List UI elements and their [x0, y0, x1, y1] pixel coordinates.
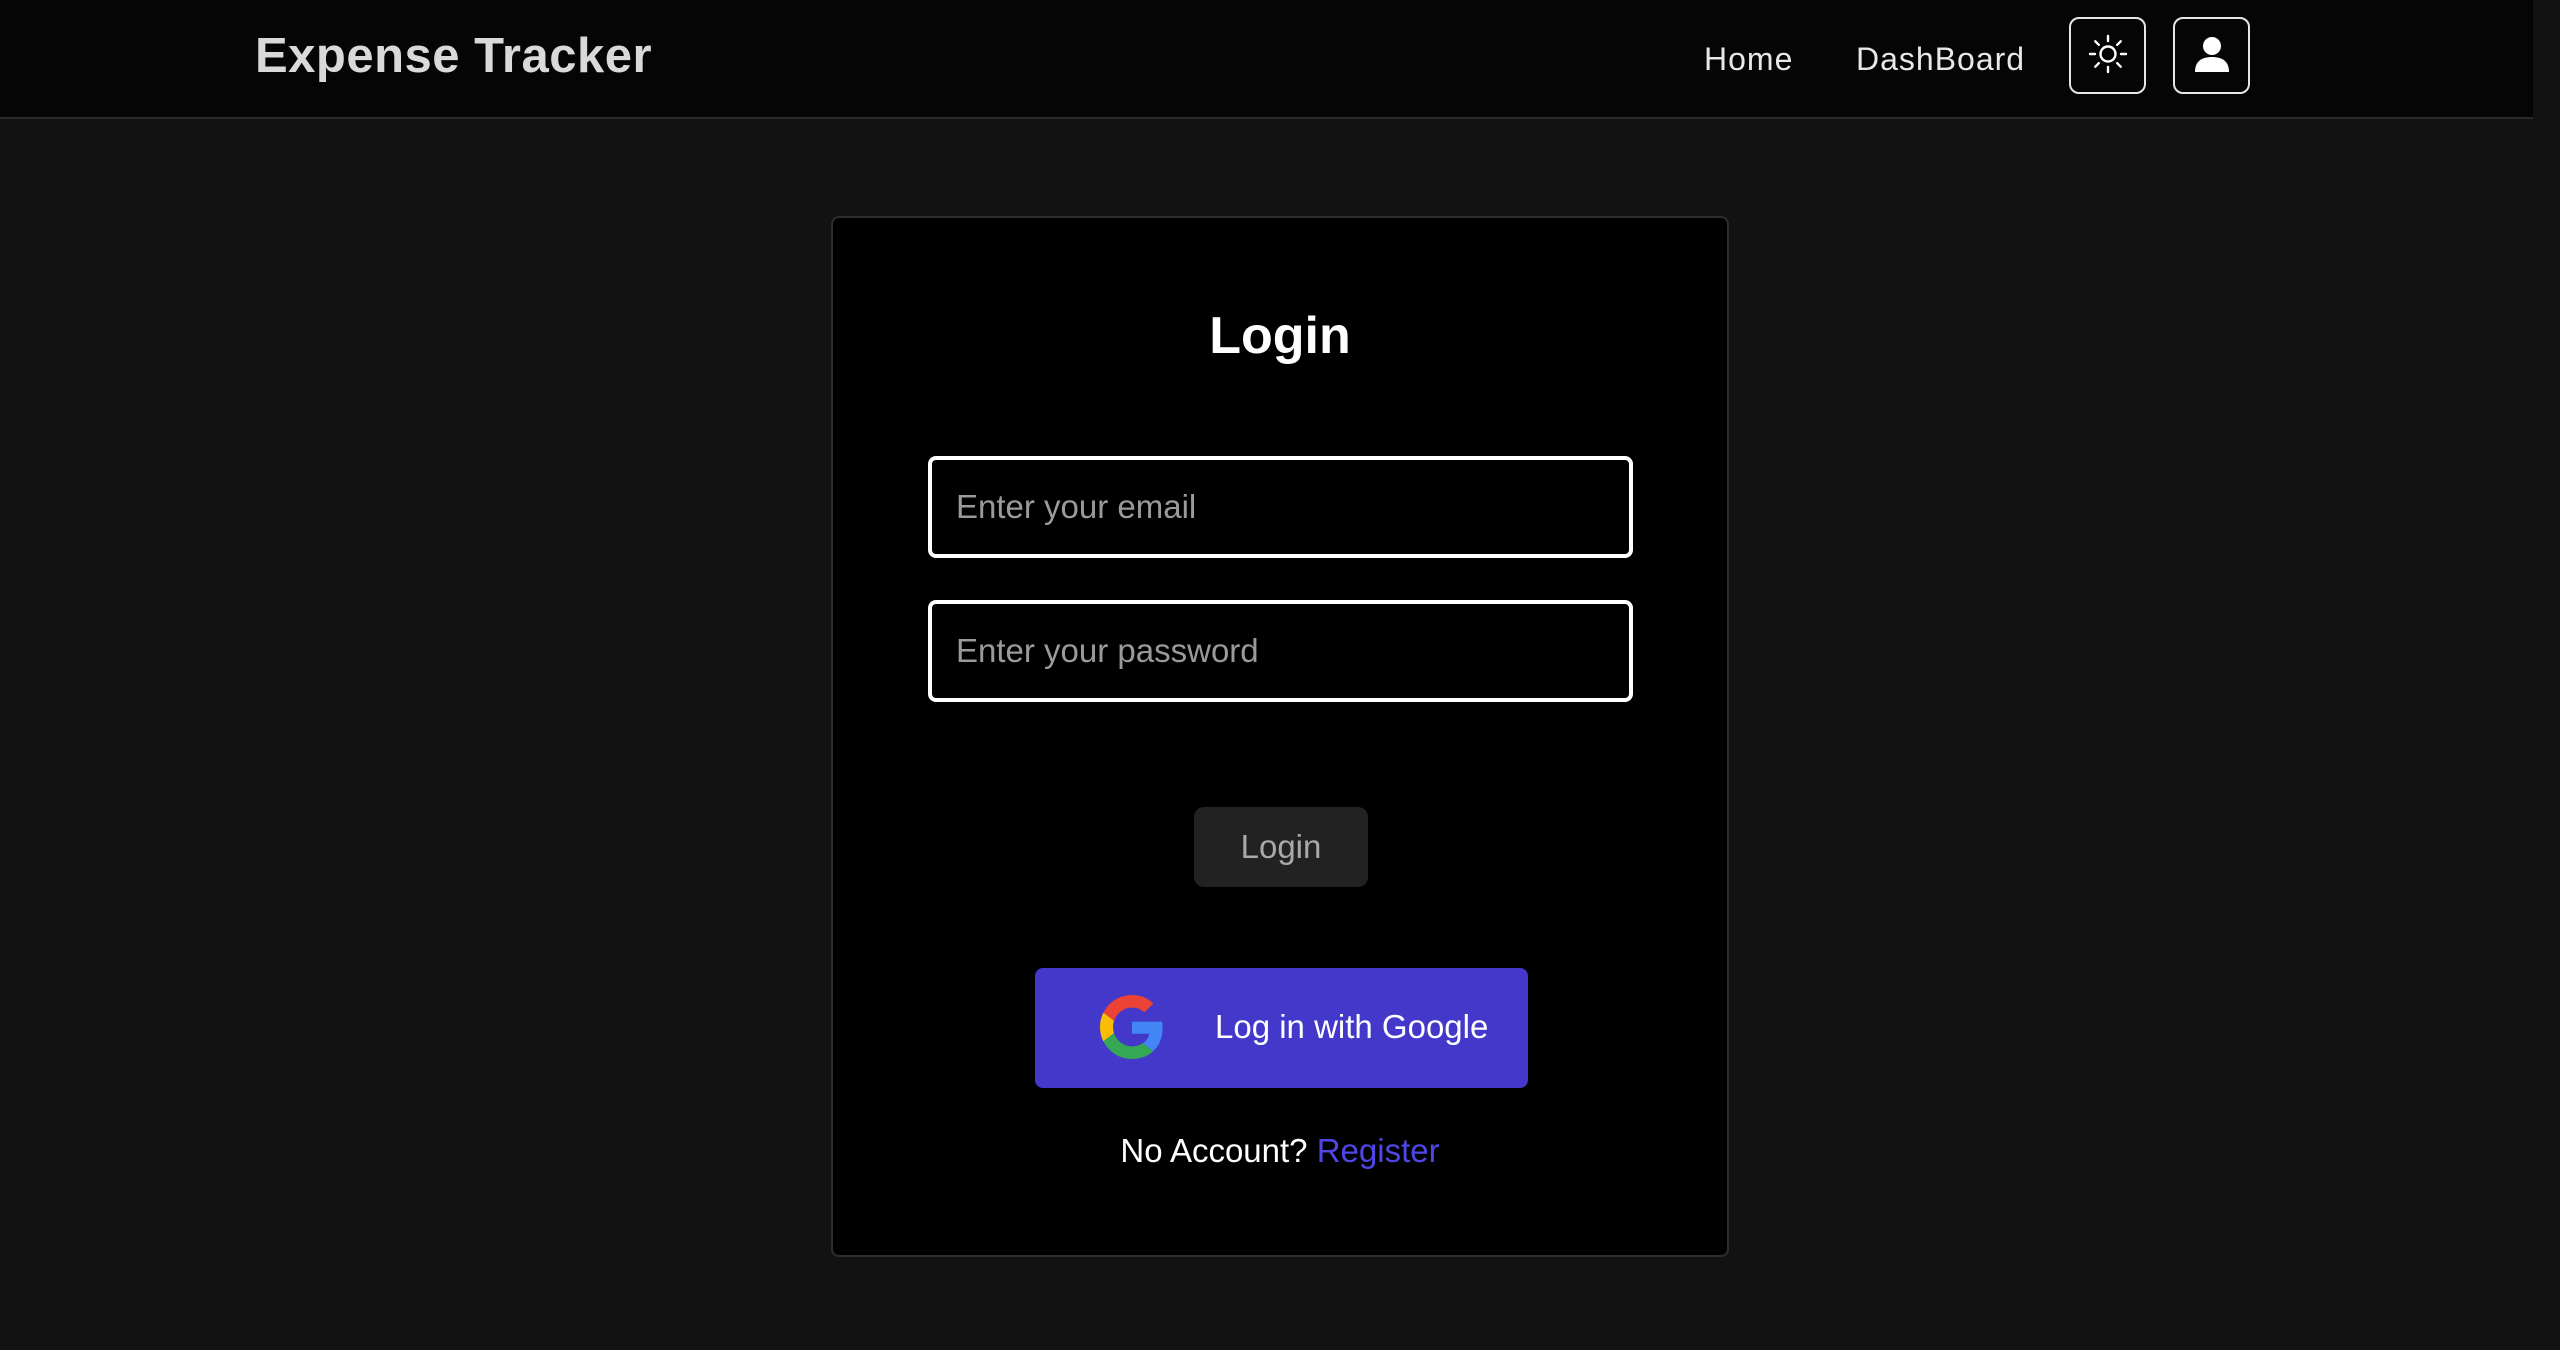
- no-account-text: No Account?: [1120, 1132, 1308, 1169]
- nav-link-home[interactable]: Home: [1704, 41, 1793, 78]
- login-card: Login Login Log in with Google No Accoun…: [831, 216, 1729, 1257]
- register-link[interactable]: Register: [1317, 1132, 1440, 1169]
- password-field[interactable]: [928, 600, 1633, 702]
- google-icon: [1100, 995, 1164, 1059]
- login-title: Login: [1209, 307, 1351, 365]
- theme-toggle-button[interactable]: [2069, 17, 2146, 94]
- nav-link-dashboard[interactable]: DashBoard: [1856, 41, 2025, 78]
- login-button[interactable]: Login: [1194, 807, 1368, 887]
- navbar: Expense Tracker Home DashBoard: [0, 0, 2533, 119]
- register-prompt: No Account? Register: [833, 1132, 1727, 1170]
- google-login-button[interactable]: Log in with Google: [1035, 968, 1528, 1088]
- account-button[interactable]: [2173, 17, 2250, 94]
- sun-icon: [2088, 34, 2128, 77]
- user-icon: [2192, 34, 2232, 77]
- brand-title[interactable]: Expense Tracker: [255, 28, 652, 84]
- google-login-label: Log in with Google: [1215, 1008, 1489, 1045]
- email-field[interactable]: [928, 456, 1633, 558]
